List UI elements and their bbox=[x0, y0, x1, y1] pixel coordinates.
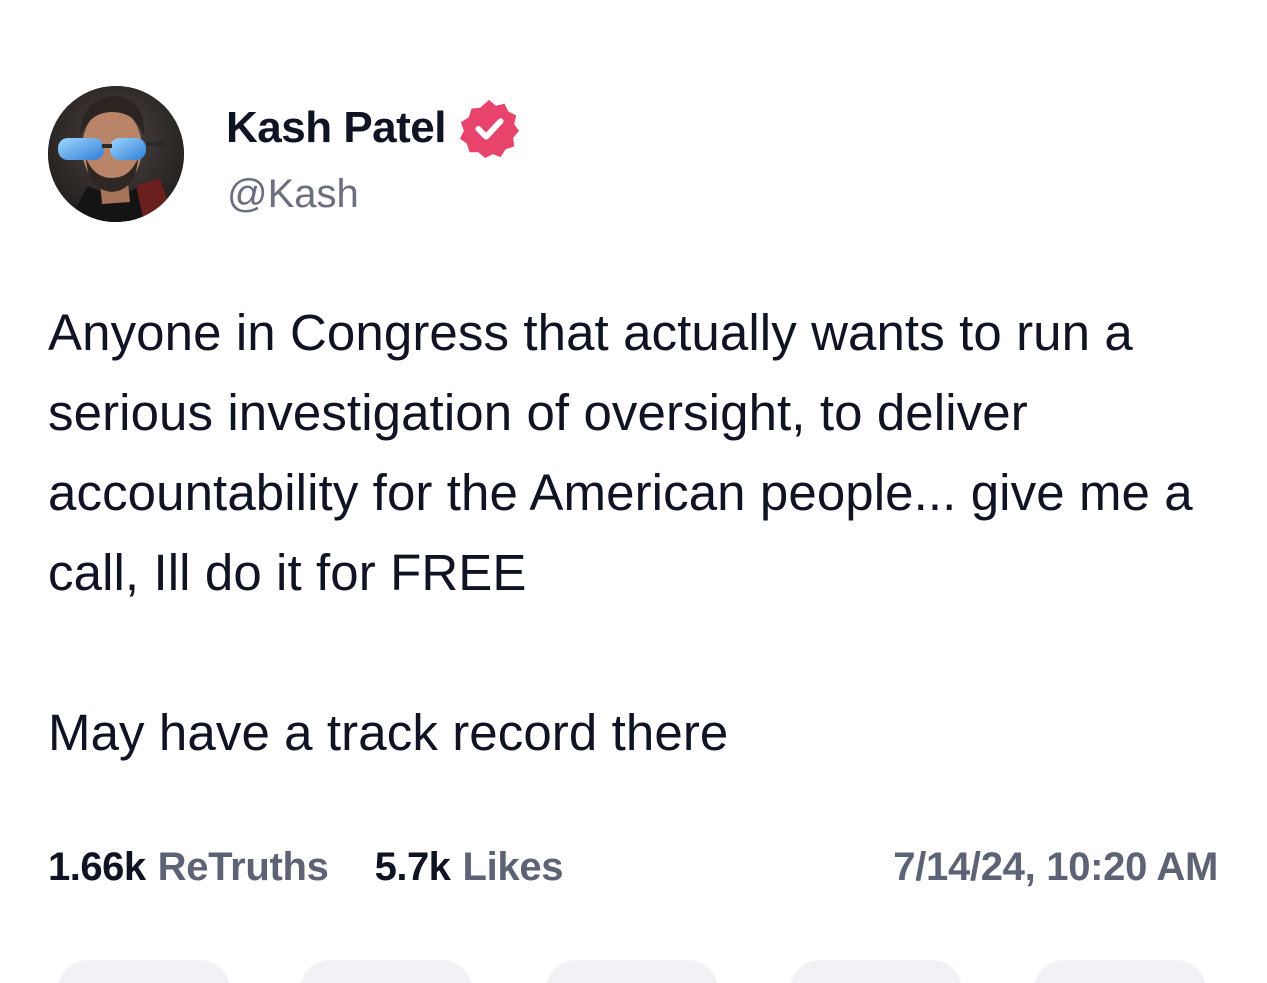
post-card: Kash Patel @Kash Anyone in Congress that… bbox=[0, 0, 1267, 983]
author-handle[interactable]: @Kash bbox=[227, 172, 359, 217]
retruths-count: 1.66k bbox=[48, 844, 146, 889]
post-paragraph: Anyone in Congress that actually wants t… bbox=[48, 304, 1193, 601]
retruths-label: ReTruths bbox=[157, 844, 329, 889]
post-timestamp[interactable]: 7/14/24, 10:20 AM bbox=[893, 845, 1218, 890]
likes-stat[interactable]: 5.7k Likes bbox=[375, 845, 564, 890]
share-button[interactable] bbox=[790, 960, 962, 983]
post-paragraph: May have a track record there bbox=[48, 704, 729, 761]
like-button[interactable] bbox=[546, 960, 718, 983]
post-body: Anyone in Congress that actually wants t… bbox=[48, 293, 1238, 773]
likes-count: 5.7k bbox=[374, 844, 451, 889]
profile-photo bbox=[48, 86, 184, 222]
retruths-stat[interactable]: 1.66k ReTruths bbox=[48, 845, 329, 890]
display-name[interactable]: Kash Patel bbox=[226, 103, 446, 153]
likes-label: Likes bbox=[462, 844, 564, 889]
more-button[interactable] bbox=[1034, 960, 1206, 983]
retruth-button[interactable] bbox=[300, 960, 472, 983]
action-bar bbox=[0, 960, 1267, 983]
avatar[interactable] bbox=[48, 86, 184, 222]
post-stats: 1.66k ReTruths 5.7k Likes 7/14/24, 10:20… bbox=[48, 840, 1218, 894]
author-row: Kash Patel bbox=[226, 99, 520, 159]
reply-button[interactable] bbox=[58, 960, 230, 983]
verified-badge-icon bbox=[459, 99, 520, 159]
